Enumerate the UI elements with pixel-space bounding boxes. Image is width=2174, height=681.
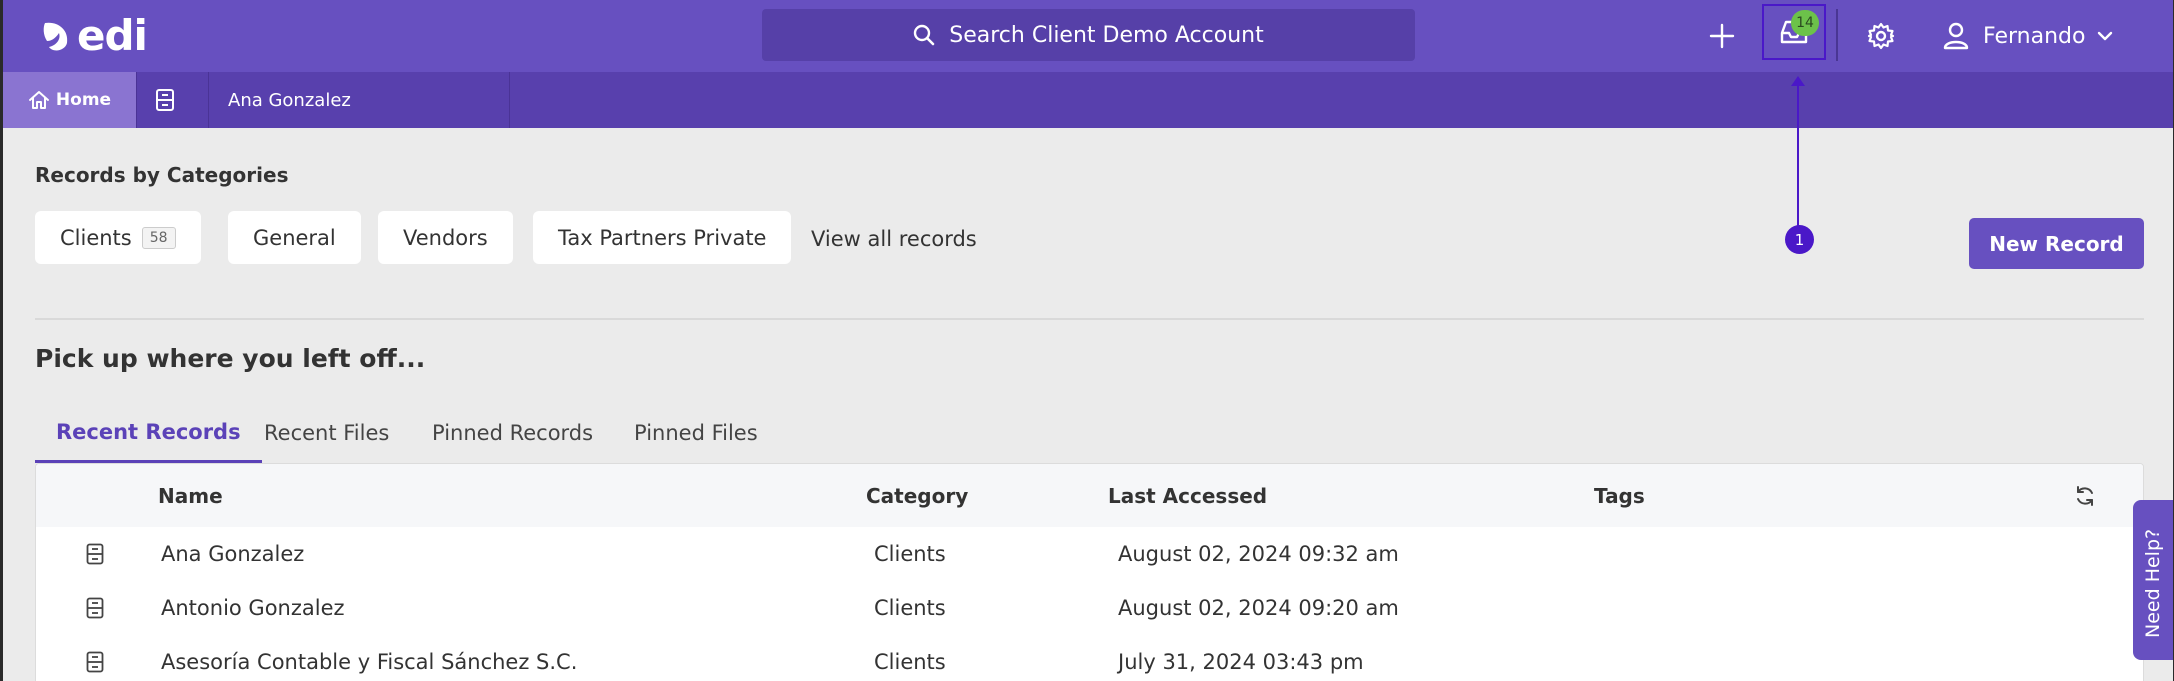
tab-recent-records[interactable]: Recent Records bbox=[35, 403, 262, 463]
record-icon bbox=[83, 542, 107, 566]
user-menu[interactable]: Fernando bbox=[1943, 14, 2113, 58]
breadcrumb-records[interactable] bbox=[151, 86, 179, 114]
breadcrumb-home-label: Home bbox=[55, 90, 112, 110]
column-header-name[interactable]: Name bbox=[158, 484, 223, 508]
add-button[interactable] bbox=[1700, 14, 1744, 58]
home-icon bbox=[28, 91, 49, 109]
new-record-button[interactable]: New Record bbox=[1969, 218, 2144, 269]
logo[interactable]: edi bbox=[43, 11, 148, 60]
cell-name[interactable]: Asesoría Contable y Fiscal Sánchez S.C. bbox=[161, 650, 577, 674]
tab-pinned-records[interactable]: Pinned Records bbox=[411, 403, 614, 463]
chip-count-badge: 58 bbox=[141, 226, 176, 249]
settings-button[interactable] bbox=[1859, 14, 1903, 58]
annotation-arrowhead bbox=[1791, 76, 1805, 86]
cell-category: Clients bbox=[874, 650, 946, 674]
category-chip-tax-partners-private[interactable]: Tax Partners Private bbox=[533, 211, 792, 264]
breadcrumb: Home Ana Gonzalez bbox=[3, 72, 2173, 128]
gear-icon bbox=[1867, 22, 1895, 50]
refresh-button[interactable] bbox=[2072, 483, 2098, 509]
breadcrumb-home[interactable]: Home bbox=[3, 72, 136, 128]
need-help-button[interactable]: Need Help? bbox=[2133, 500, 2173, 660]
cell-last-accessed: July 31, 2024 03:43 pm bbox=[1118, 650, 1364, 674]
column-header-tags[interactable]: Tags bbox=[1594, 484, 1645, 508]
user-icon bbox=[1943, 22, 1969, 50]
tab-recent-files[interactable]: Recent Files bbox=[243, 403, 410, 463]
app-window: edi Search Client Demo Account 14 Fernan… bbox=[3, 0, 2173, 681]
chip-label: General bbox=[253, 225, 336, 250]
top-bar: edi Search Client Demo Account 14 Fernan… bbox=[3, 0, 2173, 72]
table-row[interactable]: Antonio Gonzalez Clients August 02, 2024… bbox=[36, 581, 2143, 635]
table-row[interactable]: Asesoría Contable y Fiscal Sánchez S.C. … bbox=[36, 635, 2143, 681]
record-icon bbox=[83, 650, 107, 674]
search-placeholder: Search Client Demo Account bbox=[949, 22, 1264, 48]
nav-divider bbox=[1836, 9, 1838, 61]
breadcrumb-divider bbox=[136, 72, 137, 128]
cell-name[interactable]: Antonio Gonzalez bbox=[161, 596, 345, 620]
category-chip-general[interactable]: General bbox=[228, 211, 361, 264]
user-name: Fernando bbox=[1983, 23, 2086, 49]
record-icon bbox=[83, 596, 107, 620]
chevron-down-icon bbox=[2098, 31, 2113, 41]
refresh-icon bbox=[2077, 486, 2093, 506]
cell-category: Clients bbox=[874, 542, 946, 566]
categories-title: Records by Categories bbox=[35, 163, 289, 187]
chip-label: Clients bbox=[60, 225, 132, 250]
table-row[interactable]: Ana Gonzalez Clients August 02, 2024 09:… bbox=[36, 527, 2143, 581]
tab-pinned-files[interactable]: Pinned Files bbox=[613, 403, 779, 463]
logo-text: edi bbox=[77, 11, 148, 60]
breadcrumb-divider bbox=[208, 72, 209, 128]
search-icon bbox=[914, 24, 935, 46]
annotation-line bbox=[1797, 80, 1799, 226]
breadcrumb-divider bbox=[509, 72, 510, 128]
inbox-count-badge: 14 bbox=[1791, 10, 1819, 36]
breadcrumb-record[interactable]: Ana Gonzalez bbox=[228, 72, 351, 128]
cell-last-accessed: August 02, 2024 09:20 am bbox=[1118, 596, 1399, 620]
search-bar[interactable]: Search Client Demo Account bbox=[762, 9, 1415, 61]
need-help-label: Need Help? bbox=[2142, 528, 2164, 638]
chip-label: Vendors bbox=[403, 225, 488, 250]
table-header: Name Category Last Accessed Tags bbox=[36, 464, 2143, 527]
column-header-category[interactable]: Category bbox=[866, 484, 968, 508]
view-all-records-link[interactable]: View all records bbox=[811, 227, 977, 251]
section-divider bbox=[35, 318, 2144, 320]
category-chip-clients[interactable]: Clients 58 bbox=[35, 211, 201, 264]
pickup-title: Pick up where you left off... bbox=[35, 344, 426, 373]
cell-last-accessed: August 02, 2024 09:32 am bbox=[1118, 542, 1399, 566]
leaf-logo-icon bbox=[43, 22, 68, 51]
chip-label: Tax Partners Private bbox=[558, 225, 767, 250]
record-icon bbox=[156, 89, 174, 111]
annotation-marker: 1 bbox=[1785, 225, 1814, 254]
cell-category: Clients bbox=[874, 596, 946, 620]
column-header-last-accessed[interactable]: Last Accessed bbox=[1108, 484, 1267, 508]
cell-name[interactable]: Ana Gonzalez bbox=[161, 542, 304, 566]
plus-icon bbox=[1709, 23, 1735, 49]
category-chip-vendors[interactable]: Vendors bbox=[378, 211, 513, 264]
recent-records-table: Name Category Last Accessed Tags Ana Gon… bbox=[35, 463, 2144, 681]
